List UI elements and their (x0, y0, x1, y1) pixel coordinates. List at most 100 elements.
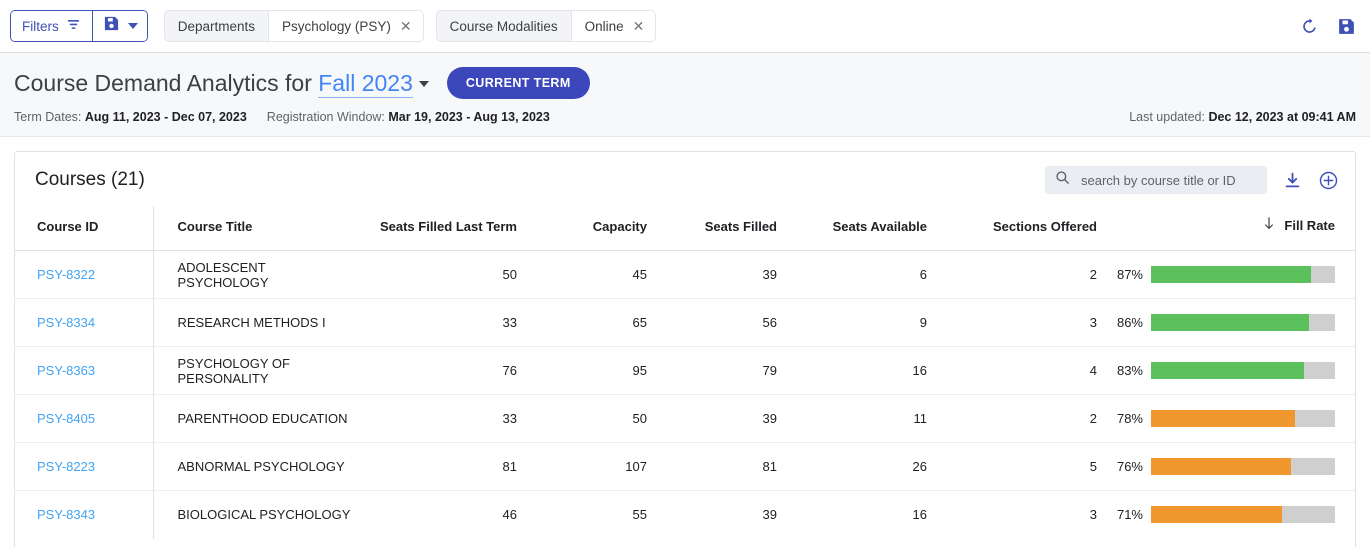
column-header-seats-filled-last-term[interactable]: Seats Filled Last Term (353, 206, 543, 251)
cell-course-id: PSY-8334 (15, 298, 154, 347)
page-title: Course Demand Analytics for Fall 2023 (14, 69, 429, 98)
cell-fill-rate: 87% (1117, 250, 1355, 299)
fill-rate-bar-track (1151, 506, 1335, 524)
course-id-link[interactable]: PSY-8223 (37, 459, 95, 474)
fill-rate-bar-fill (1151, 506, 1282, 524)
table-row: PSY-8334 RESEARCH METHODS I 33 65 56 9 3 86% (15, 298, 1355, 347)
filter-chip-group-course-modalities: Course Modalities Online ✕ (435, 10, 657, 42)
cell-course-title: PARENTHOOD EDUCATION (153, 394, 353, 443)
filters-button[interactable]: Filters (11, 11, 92, 41)
cell-seats-available: 11 (803, 394, 953, 443)
cell-fill-rate: 78% (1117, 394, 1355, 443)
save-floppy-icon[interactable] (1337, 17, 1356, 36)
course-id-link[interactable]: PSY-8363 (37, 363, 95, 378)
term-selector-link[interactable]: Fall 2023 (318, 69, 413, 98)
course-id-link[interactable]: PSY-8405 (37, 411, 95, 426)
term-dates-value: Aug 11, 2023 - Dec 07, 2023 (84, 110, 247, 124)
filter-chip-value-text: Online (584, 18, 624, 34)
cell-course-title: PSYCHOLOGY OF PERSONALITY (153, 346, 353, 395)
filter-chip-group-departments: Departments Psychology (PSY) ✕ (163, 10, 424, 42)
page-title-row: Course Demand Analytics for Fall 2023 CU… (14, 67, 1356, 99)
cell-fill-rate: 76% (1117, 442, 1355, 491)
column-header-course-title[interactable]: Course Title (153, 206, 353, 251)
current-term-button[interactable]: CURRENT TERM (446, 67, 590, 99)
download-icon[interactable] (1283, 171, 1302, 190)
column-header-fill-rate-label: Fill Rate (1284, 217, 1335, 233)
fill-rate-bar-fill (1151, 410, 1295, 427)
registration-window-label: Registration Window: (266, 110, 385, 124)
fill-rate-bar-track (1151, 266, 1335, 283)
cell-seats-filled-last-term: 33 (353, 298, 543, 347)
course-id-link[interactable]: PSY-8334 (37, 315, 95, 330)
cell-course-id: PSY-8343 (15, 490, 154, 539)
fill-rate-group: 78% (1117, 410, 1335, 427)
fill-rate-group: 83% (1117, 362, 1335, 379)
cell-seats-filled-last-term: 50 (353, 250, 543, 299)
filter-chip-label-departments[interactable]: Departments (164, 11, 269, 41)
filter-chip-label-course-modalities[interactable]: Course Modalities (436, 11, 571, 41)
cell-capacity: 45 (543, 250, 673, 299)
fill-rate-bar-fill (1151, 458, 1291, 475)
cell-seats-available: 16 (803, 346, 953, 395)
fill-rate-group: 86% (1117, 314, 1335, 331)
close-icon[interactable]: ✕ (633, 19, 645, 33)
fill-rate-percent-label: 76% (1116, 459, 1143, 474)
page-meta-row: Term Dates: Aug 11, 2023 - Dec 07, 2023 … (14, 110, 1356, 124)
save-filters-button[interactable] (92, 11, 147, 41)
table-row: PSY-8363 PSYCHOLOGY OF PERSONALITY 76 95 79 1… (15, 346, 1355, 395)
fill-rate-bar-track (1151, 314, 1335, 331)
term-dates-label: Term Dates: (14, 110, 82, 124)
fill-rate-percent-label: 83% (1116, 363, 1143, 378)
filter-funnel-icon (66, 17, 81, 35)
column-header-capacity[interactable]: Capacity (543, 206, 673, 251)
cell-seats-filled: 39 (673, 250, 803, 299)
cell-course-id: PSY-8322 (15, 250, 154, 299)
fill-rate-sort-control[interactable]: Fill Rate (1262, 216, 1335, 234)
filters-button-label: Filters (22, 18, 59, 34)
courses-card-actions (1045, 166, 1339, 194)
courses-table-head: Course ID Course Title Seats Filled Last… (15, 206, 1355, 251)
add-circle-icon[interactable] (1318, 170, 1339, 191)
cell-fill-rate: 83% (1117, 346, 1355, 395)
cell-sections-offered: 5 (953, 442, 1123, 491)
column-header-course-id[interactable]: Course ID (15, 206, 154, 251)
fill-rate-bar-track (1151, 410, 1335, 427)
cell-capacity: 50 (543, 394, 673, 443)
chevron-down-icon (127, 23, 138, 29)
column-header-sections-offered[interactable]: Sections Offered (953, 206, 1123, 251)
cell-seats-filled: 56 (673, 298, 803, 347)
search-icon (1055, 170, 1070, 190)
cell-capacity: 107 (543, 442, 673, 491)
cell-seats-available: 26 (803, 442, 953, 491)
filter-chip-value-departments[interactable]: Psychology (PSY) ✕ (268, 11, 423, 41)
toolbar-actions (1300, 17, 1356, 36)
cell-seats-filled: 39 (673, 394, 803, 443)
courses-table: Course ID Course Title Seats Filled Last… (15, 206, 1355, 539)
column-header-seats-filled[interactable]: Seats Filled (673, 206, 803, 251)
search-input[interactable] (1079, 171, 1257, 189)
fill-rate-bar-fill (1151, 266, 1312, 283)
cell-seats-filled-last-term: 46 (353, 490, 543, 539)
top-toolbar: Filters Departments Psychology (PSY) ✕ C… (0, 0, 1370, 53)
cell-sections-offered: 3 (953, 298, 1123, 347)
fill-rate-group: 87% (1117, 266, 1335, 283)
courses-title: Courses (21) (35, 169, 145, 190)
courses-table-body: PSY-8322 ADOLESCENT PSYCHOLOGY 50 45 39 6 2 87%… (15, 250, 1355, 539)
cell-seats-filled: 81 (673, 442, 803, 491)
cell-course-id: PSY-8363 (15, 346, 154, 395)
cell-seats-filled-last-term: 33 (353, 394, 543, 443)
course-id-link[interactable]: PSY-8343 (37, 507, 95, 522)
filter-chip-value-course-modalities[interactable]: Online ✕ (570, 11, 656, 41)
refresh-icon[interactable] (1300, 17, 1319, 36)
chevron-down-icon[interactable] (418, 81, 429, 88)
cell-course-id: PSY-8223 (15, 442, 154, 491)
cell-sections-offered: 3 (953, 490, 1123, 539)
cell-sections-offered: 2 (953, 394, 1123, 443)
course-id-link[interactable]: PSY-8322 (37, 267, 95, 282)
close-icon[interactable]: ✕ (400, 19, 412, 33)
cell-capacity: 55 (543, 490, 673, 539)
search-box[interactable] (1045, 166, 1267, 194)
column-header-seats-available[interactable]: Seats Available (803, 206, 953, 251)
column-header-fill-rate[interactable]: Fill Rate (1123, 206, 1355, 251)
registration-window-value: Mar 19, 2023 - Aug 13, 2023 (388, 110, 550, 124)
